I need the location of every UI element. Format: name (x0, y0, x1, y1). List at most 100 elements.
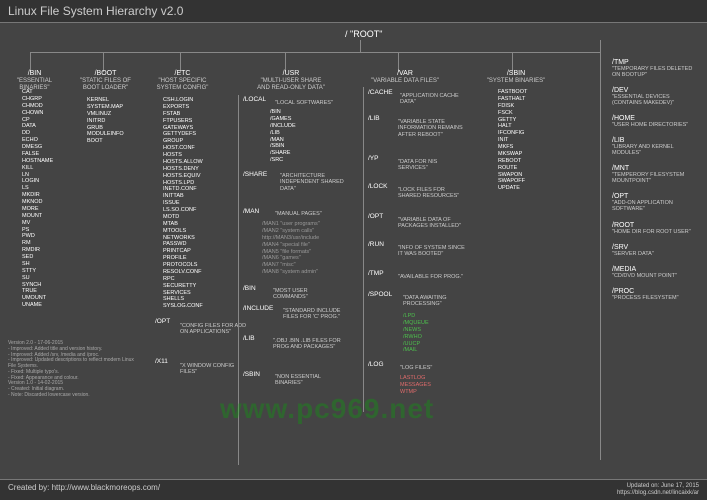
list-item: /SHARE (270, 150, 296, 157)
etc-x11-desc: "X WINDOW CONFIG FILES" (180, 363, 250, 376)
var-yp-desc: "DATA FOR NIS SERVICES" (398, 159, 468, 172)
list-item: PROFILE (163, 255, 203, 262)
list-item: SWAPOFF (498, 178, 527, 185)
rail-desc: "ESSENTIAL DEVICES (CONTAINS MAKEDEV)" (612, 94, 697, 106)
var-log-path: /LOG (368, 361, 384, 368)
footer-link2: https://blog.csdn.net/lincaixk/ar (617, 490, 699, 496)
list-item: UNAME (22, 302, 53, 309)
list-item: /MAN5 "file formats" (262, 249, 320, 256)
list-item: INITRD (87, 118, 124, 125)
usr-include-desc: "STANDARD INCLUDE FILES FOR 'C' PROG." (283, 308, 353, 321)
list-item: CHGRP (22, 96, 53, 103)
list-item: FALSE (22, 151, 53, 158)
var-lib-path: /LIB (368, 115, 380, 122)
list-item: RESOLV.CONF (163, 269, 203, 276)
etc-opt-path: /OPT (155, 318, 170, 325)
list-item: GETTYDEFS (163, 131, 203, 138)
var-opt-desc: "VARIABLE DATA OF PACKAGES INSTALLED" (398, 217, 468, 230)
list-item: ECHO (22, 137, 53, 144)
rail-item: /OPT "ADD-ON APPLICATION SOFTWARE" (612, 193, 707, 212)
list-item: GATEWAYS (163, 125, 203, 132)
rail-path: /OPT (612, 193, 707, 200)
list-item: /INCLUDE (270, 123, 296, 130)
list-item: PS (22, 227, 53, 234)
list-item: MTAB (163, 221, 203, 228)
list-item: STTY (22, 268, 53, 275)
list-item: EXPORTS (163, 104, 203, 111)
usr-local-items: /BIN/GAMES/INCLUDE/LIB/MAN/SBIN/SHARE/SR… (270, 109, 296, 164)
rail-item: /ROOT "HOME DIR FOR ROOT USER" (612, 222, 707, 235)
footer: Created by: http://www.blackmoreops.com/… (0, 479, 707, 500)
bin-header: /BIN "ESSENTIAL BINARIES" (12, 70, 57, 91)
list-item: SECURETTY (163, 283, 203, 290)
var-run-path: /RUN (368, 241, 384, 248)
list-item: NETWORKS (163, 235, 203, 242)
rail-item: /SRV "SERVER DATA" (612, 244, 707, 257)
usr-bin-path: /BIN (243, 285, 256, 292)
boot-header: /BOOT "STATIC FILES OF BOOT LOADER" (78, 70, 133, 91)
var-log-desc: "LOG FILES" (400, 365, 432, 371)
list-item: FDISK (498, 103, 527, 110)
header: Linux File System Hierarchy v2.0 (0, 0, 707, 23)
list-item: RMDIR (22, 247, 53, 254)
list-item: LS (22, 185, 53, 192)
watermark-text: www.pc969.net (220, 393, 434, 425)
rail-item: /HOME "USER HOME DIRECTORIES" (612, 115, 707, 128)
list-item: MORE (22, 206, 53, 213)
rail-desc: "TEMPERORY FILESYSTEM MOUNTPOINT" (612, 172, 697, 184)
rail-path: /MEDIA (612, 266, 707, 273)
list-item: /MAN8 "system admin" (262, 269, 320, 276)
list-item: FASTHALT (498, 96, 527, 103)
rail-path: /ROOT (612, 222, 707, 229)
rail-desc: "USER HOME DIRECTORIES" (612, 122, 697, 128)
list-item: /MAN7 "misc" (262, 262, 320, 269)
list-item: IFCONFIG (498, 130, 527, 137)
footer-updated: Updated on: June 17, 2015 (627, 483, 699, 489)
list-item: UMOUNT (22, 295, 53, 302)
list-item: SWAPON (498, 172, 527, 179)
list-item: LOGIN (22, 178, 53, 185)
list-item: MOTD (163, 214, 203, 221)
var-tmp-path: /TMP (368, 270, 384, 277)
rail-desc: "SERVER DATA" (612, 251, 697, 257)
list-item: /MAN1 "user programs" (262, 221, 320, 228)
list-item: HOSTNAME (22, 158, 53, 165)
list-item: MKFS (498, 144, 527, 151)
rail-path: /TMP (612, 59, 707, 66)
footer-created: Created by: http://www.blackmoreops.com/ (8, 483, 160, 497)
list-item: LN (22, 172, 53, 179)
list-item: GRUB (87, 125, 124, 132)
list-item: SHELLS (163, 296, 203, 303)
rail-desc: "PROCESS FILESYSTEM" (612, 295, 697, 301)
list-item: RM (22, 240, 53, 247)
rail-path: /DEV (612, 87, 707, 94)
list-item: MOUNT (22, 213, 53, 220)
rail-item: /PROC "PROCESS FILESYSTEM" (612, 288, 707, 301)
list-item: CHMOD (22, 103, 53, 110)
list-item: /MAN4 "special file" (262, 242, 320, 249)
usr-header: /USR "MULTI-USER SHARE AND READ-ONLY DAT… (256, 70, 326, 91)
list-item: CP (22, 117, 53, 124)
rail-item: /LIB "LIBRARY AND KERNEL MODULES" (612, 137, 707, 156)
list-item: LASTLOG (400, 375, 431, 382)
list-item: /RWHO (403, 334, 429, 341)
rail-item: /DEV "ESSENTIAL DEVICES (CONTAINS MAKEDE… (612, 87, 707, 106)
list-item: HOSTS.DENY (163, 166, 203, 173)
usr-local-desc: "LOCAL SOFTWARES" (275, 100, 333, 106)
list-item: DD (22, 130, 53, 137)
rail-path: /MNT (612, 165, 707, 172)
rail-desc: "HOME DIR FOR ROOT USER" (612, 229, 697, 235)
version-notes: Version 2.0 - 17-06-2015- Improved: Adde… (8, 341, 143, 399)
usr-share-desc: "ARCHITECTURE INDEPENDENT SHARED DATA" (280, 173, 350, 192)
rail-item: /TMP "TEMPORARY FILES DELETED ON BOOTUP" (612, 59, 707, 78)
var-lock-desc: "LOCK FILES FOR SHARED RESOURCES" (398, 187, 468, 200)
list-item: LS.SO.CONF (163, 207, 203, 214)
var-spool-desc: "DATA AWAITING PROCESSING" (403, 295, 473, 308)
list-item: INIT (498, 137, 527, 144)
list-item: FSTAB (163, 111, 203, 118)
list-item: /MAN (270, 137, 296, 144)
var-spool-path: /SPOOL (368, 291, 392, 298)
rail-desc: "TEMPORARY FILES DELETED ON BOOTUP" (612, 66, 697, 78)
list-item: CSH.LOGIN (163, 97, 203, 104)
list-item: /LIB (270, 130, 296, 137)
